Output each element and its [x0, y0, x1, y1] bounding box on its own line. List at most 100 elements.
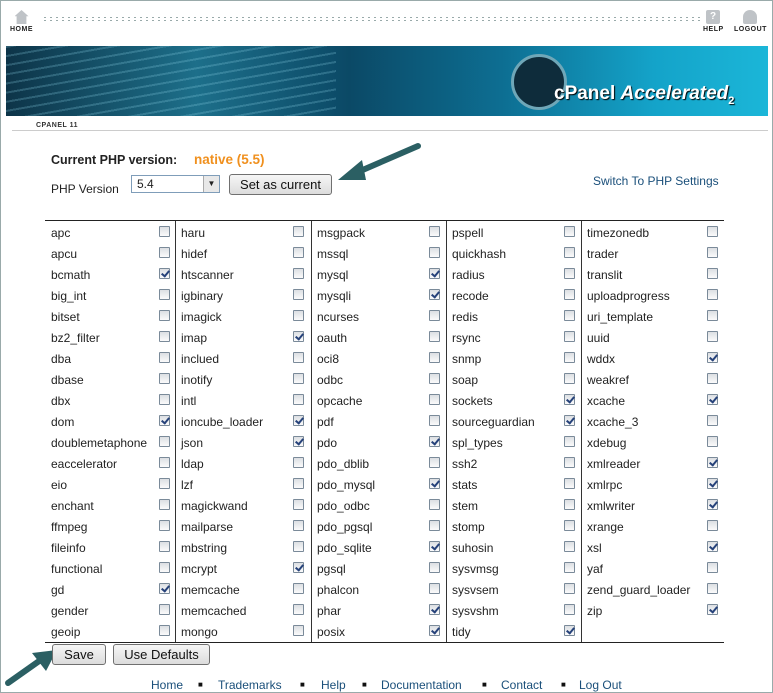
extension-checkbox[interactable] [564, 562, 575, 573]
extension-checkbox[interactable] [429, 520, 440, 531]
extension-checkbox[interactable] [293, 289, 304, 300]
extension-checkbox[interactable] [707, 226, 718, 237]
extension-checkbox[interactable] [564, 436, 575, 447]
extension-checkbox[interactable] [707, 520, 718, 531]
use-defaults-button[interactable]: Use Defaults [113, 644, 210, 665]
home-button[interactable]: HOME [10, 10, 33, 33]
extension-checkbox[interactable] [293, 247, 304, 258]
extension-checkbox[interactable] [429, 478, 440, 489]
extension-checkbox[interactable] [429, 604, 440, 615]
extension-checkbox[interactable] [564, 478, 575, 489]
extension-checkbox[interactable] [429, 541, 440, 552]
extension-checkbox[interactable] [707, 478, 718, 489]
extension-checkbox[interactable] [159, 625, 170, 636]
switch-to-php-settings-link[interactable]: Switch To PHP Settings [593, 174, 719, 188]
php-version-select[interactable]: 5.4 ▼ [131, 175, 220, 193]
extension-checkbox[interactable] [159, 289, 170, 300]
extension-checkbox[interactable] [429, 436, 440, 447]
extension-checkbox[interactable] [159, 352, 170, 363]
extension-checkbox[interactable] [293, 310, 304, 321]
footer-link-home[interactable]: Home [151, 678, 183, 692]
extension-checkbox[interactable] [159, 331, 170, 342]
footer-link-contact[interactable]: Contact [501, 678, 542, 692]
extension-checkbox[interactable] [159, 520, 170, 531]
extension-checkbox[interactable] [293, 394, 304, 405]
footer-link-trademarks[interactable]: Trademarks [218, 678, 282, 692]
extension-checkbox[interactable] [707, 562, 718, 573]
extension-checkbox[interactable] [159, 583, 170, 594]
extension-checkbox[interactable] [564, 541, 575, 552]
extension-checkbox[interactable] [707, 394, 718, 405]
extension-checkbox[interactable] [707, 499, 718, 510]
extension-checkbox[interactable] [429, 247, 440, 258]
extension-checkbox[interactable] [429, 394, 440, 405]
help-button[interactable]: ? HELP [703, 10, 724, 33]
extension-checkbox[interactable] [293, 604, 304, 615]
extension-checkbox[interactable] [564, 625, 575, 636]
extension-checkbox[interactable] [293, 499, 304, 510]
extension-checkbox[interactable] [707, 604, 718, 615]
extension-checkbox[interactable] [159, 247, 170, 258]
extension-checkbox[interactable] [293, 583, 304, 594]
footer-link-logout[interactable]: Log Out [579, 678, 622, 692]
extension-checkbox[interactable] [429, 625, 440, 636]
extension-checkbox[interactable] [564, 415, 575, 426]
extension-checkbox[interactable] [707, 583, 718, 594]
extension-checkbox[interactable] [707, 457, 718, 468]
extension-checkbox[interactable] [293, 478, 304, 489]
extension-checkbox[interactable] [159, 499, 170, 510]
extension-checkbox[interactable] [159, 373, 170, 384]
extension-checkbox[interactable] [293, 331, 304, 342]
extension-checkbox[interactable] [707, 373, 718, 384]
save-button[interactable]: Save [52, 644, 106, 665]
extension-checkbox[interactable] [293, 268, 304, 279]
extension-checkbox[interactable] [293, 373, 304, 384]
extension-checkbox[interactable] [293, 562, 304, 573]
extension-checkbox[interactable] [293, 625, 304, 636]
extension-checkbox[interactable] [564, 499, 575, 510]
extension-checkbox[interactable] [293, 436, 304, 447]
extension-checkbox[interactable] [159, 226, 170, 237]
extension-checkbox[interactable] [564, 331, 575, 342]
footer-link-help[interactable]: Help [321, 678, 346, 692]
extension-checkbox[interactable] [564, 352, 575, 363]
extension-checkbox[interactable] [707, 268, 718, 279]
extension-checkbox[interactable] [429, 310, 440, 321]
extension-checkbox[interactable] [293, 226, 304, 237]
extension-checkbox[interactable] [564, 268, 575, 279]
extension-checkbox[interactable] [159, 415, 170, 426]
set-as-current-button[interactable]: Set as current [229, 174, 332, 195]
extension-checkbox[interactable] [293, 520, 304, 531]
extension-checkbox[interactable] [564, 604, 575, 615]
extension-checkbox[interactable] [564, 247, 575, 258]
extension-checkbox[interactable] [429, 415, 440, 426]
extension-checkbox[interactable] [707, 247, 718, 258]
extension-checkbox[interactable] [293, 415, 304, 426]
extension-checkbox[interactable] [564, 394, 575, 405]
extension-checkbox[interactable] [293, 352, 304, 363]
extension-checkbox[interactable] [707, 310, 718, 321]
extension-checkbox[interactable] [564, 520, 575, 531]
chevron-down-icon[interactable]: ▼ [203, 176, 219, 192]
extension-checkbox[interactable] [159, 478, 170, 489]
extension-checkbox[interactable] [429, 457, 440, 468]
extension-checkbox[interactable] [564, 457, 575, 468]
extension-checkbox[interactable] [159, 436, 170, 447]
extension-checkbox[interactable] [707, 352, 718, 363]
extension-checkbox[interactable] [429, 583, 440, 594]
extension-checkbox[interactable] [707, 289, 718, 300]
extension-checkbox[interactable] [429, 331, 440, 342]
extension-checkbox[interactable] [707, 436, 718, 447]
extension-checkbox[interactable] [159, 604, 170, 615]
extension-checkbox[interactable] [564, 583, 575, 594]
extension-checkbox[interactable] [564, 226, 575, 237]
extension-checkbox[interactable] [564, 310, 575, 321]
extension-checkbox[interactable] [429, 373, 440, 384]
extension-checkbox[interactable] [159, 394, 170, 405]
extension-checkbox[interactable] [429, 226, 440, 237]
extension-checkbox[interactable] [429, 268, 440, 279]
extension-checkbox[interactable] [159, 268, 170, 279]
logout-button[interactable]: LOGOUT [734, 10, 767, 33]
extension-checkbox[interactable] [159, 541, 170, 552]
footer-link-documentation[interactable]: Documentation [381, 678, 462, 692]
